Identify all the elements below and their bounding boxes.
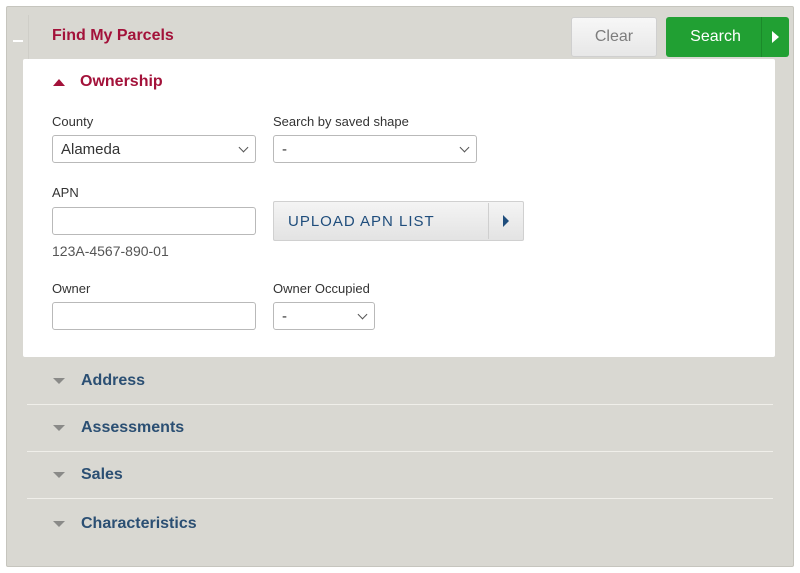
chevron-down-icon [459,142,470,153]
chevron-down-icon [357,309,368,320]
clear-button[interactable]: Clear [571,17,657,57]
minus-icon [12,40,23,42]
section-assessments-title: Assessments [81,419,185,436]
section-address-title: Address [81,372,146,389]
county-label: County [52,114,94,129]
ownership-section: Ownership County Alameda Search by saved… [23,59,775,357]
search-button-label: Search [690,28,741,45]
section-characteristics-title: Characteristics [81,514,197,532]
apn-hint: 123A-4567-890-01 [52,243,169,259]
owner-occupied-label: Owner Occupied [273,281,370,296]
apn-input[interactable] [52,207,256,235]
caret-down-icon [53,378,65,384]
play-arrow-icon [503,215,509,227]
saved-shape-select-value: - [282,140,287,158]
section-characteristics[interactable]: Characteristics [27,500,773,547]
owner-occupied-select-value: - [282,307,287,325]
owner-label: Owner [52,281,91,296]
saved-shape-select[interactable]: - [273,135,477,163]
county-select-value: Alameda [61,140,121,158]
apn-label: APN [52,185,79,200]
county-select[interactable]: Alameda [52,135,256,163]
ownership-title: Ownership [80,73,163,90]
search-arrow [762,17,789,57]
caret-down-icon [53,472,65,478]
find-parcels-panel: Find My Parcels Clear Search Ownership C… [6,6,794,567]
caret-up-icon [53,78,65,86]
ownership-header[interactable]: Ownership [53,73,163,91]
upload-apn-list-label: UPLOAD APN LIST [288,212,435,230]
saved-shape-label: Search by saved shape [273,114,409,129]
caret-down-icon [53,425,65,431]
section-assessments[interactable]: Assessments [27,405,773,452]
upload-arrow [489,201,523,241]
search-button[interactable]: Search [666,17,789,57]
upload-apn-list-button[interactable]: UPLOAD APN LIST [273,201,524,241]
section-sales-title: Sales [81,466,123,483]
owner-occupied-select[interactable]: - [273,302,375,330]
panel-title: Find My Parcels [52,27,174,44]
section-address[interactable]: Address [27,358,773,405]
section-sales[interactable]: Sales [27,452,773,499]
chevron-down-icon [238,142,249,153]
caret-down-icon [53,520,65,527]
play-arrow-icon [772,31,779,43]
owner-input[interactable] [52,302,256,330]
